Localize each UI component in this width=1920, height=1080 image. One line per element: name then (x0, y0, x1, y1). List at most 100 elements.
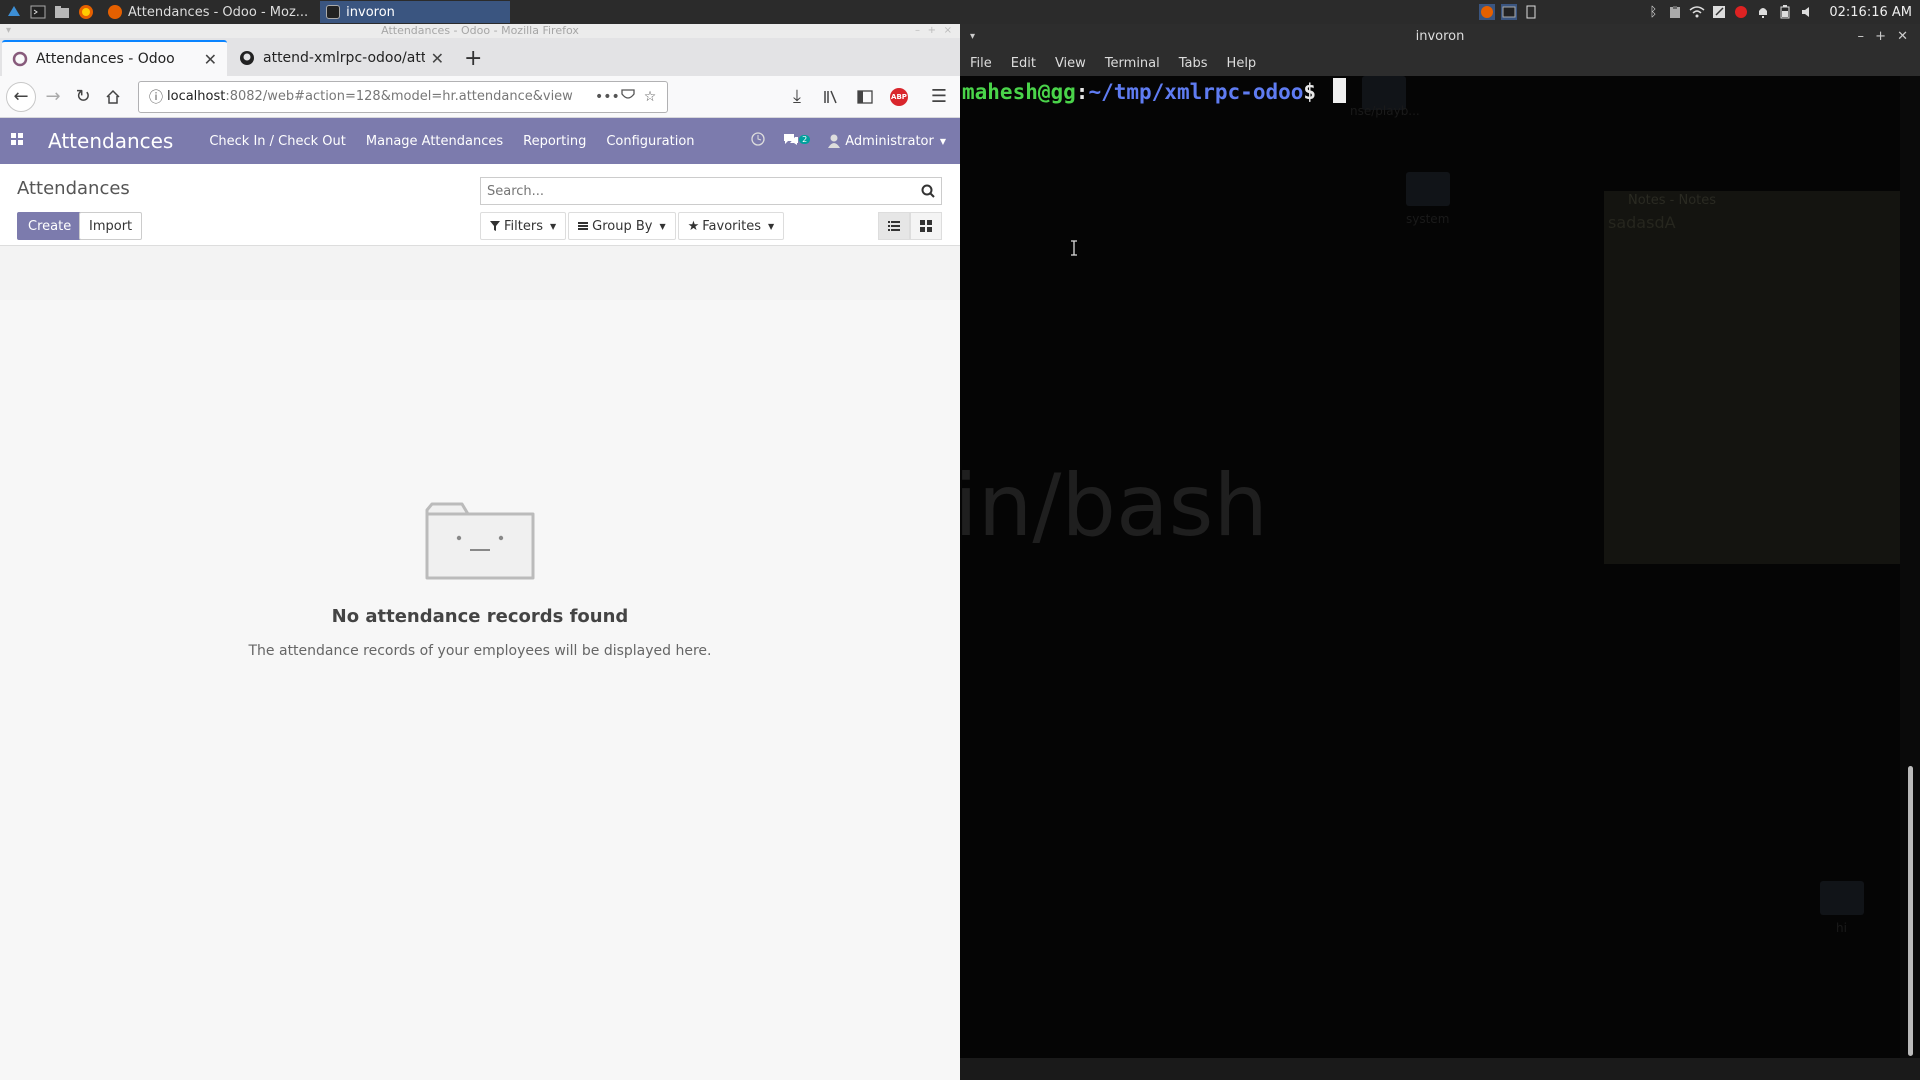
new-tab-button[interactable]: + (464, 42, 482, 76)
terminal-window: ▾ invoron – + ✕ File Edit View Terminal … (960, 24, 1920, 1080)
window-tray-icon[interactable] (1523, 4, 1539, 20)
maximize-icon[interactable]: + (928, 24, 936, 38)
apps-grid-icon[interactable] (0, 133, 34, 149)
menu-file[interactable]: File (970, 56, 992, 71)
tab-title: Attendances - Odoo (36, 51, 175, 67)
wifi-icon[interactable] (1689, 4, 1705, 20)
close-tab-icon[interactable]: ✕ (204, 50, 217, 69)
browser-tab-github[interactable]: attend-xmlrpc-odoo/atten ✕ (229, 40, 454, 76)
control-panel: Attendances Create Import Filters ▼ Grou… (0, 164, 960, 246)
filters-button[interactable]: Filters ▼ (480, 212, 567, 240)
firefox-tray-icon[interactable] (1479, 4, 1496, 20)
browser-tab-strip: Attendances - Odoo ✕ attend-xmlrpc-odoo/… (0, 38, 960, 76)
scrollbar-thumb[interactable] (1908, 766, 1913, 1056)
background-label: nse/playb... (1350, 104, 1420, 118)
empty-state-title: No attendance records found (331, 606, 629, 627)
page-actions-icon[interactable]: ••• (595, 89, 620, 105)
prompt-user: mahesh@gg (962, 80, 1076, 104)
terminal-bottom-border (960, 1058, 1920, 1080)
kanban-view-icon (920, 220, 932, 232)
bluetooth-icon[interactable]: ᛒ (1645, 4, 1661, 20)
search-input[interactable] (481, 178, 915, 204)
maximize-icon[interactable]: + (1875, 24, 1886, 50)
menu-edit[interactable]: Edit (1011, 56, 1036, 71)
favorites-button[interactable]: ★ Favorites ▼ (677, 212, 785, 240)
empty-state-subtitle: The attendance records of your employees… (248, 643, 712, 659)
battery-icon[interactable] (1777, 4, 1793, 20)
clipboard-icon[interactable] (1667, 4, 1683, 20)
url-path: :8082/web#action=128&model=hr.attendance… (225, 89, 573, 104)
close-window-icon[interactable]: × (944, 24, 952, 38)
browser-tab-odoo[interactable]: Attendances - Odoo ✕ (2, 40, 227, 76)
user-menu[interactable]: Administrator ▼ (828, 134, 946, 149)
bookmark-star-icon[interactable]: ☆ (639, 89, 661, 105)
adblock-icon[interactable]: ABP (884, 82, 914, 112)
background-notes-title: Notes - Notes (1628, 193, 1717, 208)
file-manager-icon[interactable] (52, 2, 72, 22)
menu-view[interactable]: View (1055, 56, 1086, 71)
minimize-icon[interactable]: – (915, 24, 920, 38)
window-menu-icon[interactable]: ▾ (6, 24, 11, 38)
home-button[interactable] (98, 82, 128, 112)
menu-reporting[interactable]: Reporting (523, 134, 586, 149)
groupby-button[interactable]: Group By ▼ (568, 212, 676, 240)
menu-configuration[interactable]: Configuration (606, 134, 694, 149)
list-view-icon (888, 221, 900, 231)
clock[interactable]: 02:16:16 AM (1829, 5, 1912, 20)
firefox-launcher-icon[interactable] (76, 2, 96, 22)
notification-bell-icon[interactable] (1755, 4, 1771, 20)
taskbar-item-terminal[interactable]: invoron (320, 1, 511, 23)
caret-down-icon: ▼ (659, 221, 666, 231)
chat-badge: 2 (799, 135, 811, 144)
system-taskbar: Attendances - Odoo - Moz... invoron ᛒ 02… (0, 0, 1920, 24)
back-button[interactable]: ← (6, 81, 36, 112)
filters-label: Filters (504, 218, 543, 234)
import-button[interactable]: Import (79, 212, 143, 240)
terminal-scrollbar[interactable] (1904, 76, 1918, 1058)
shell-prompt: mahesh@gg:~/tmp/xmlrpc-odoo$ (962, 78, 1346, 104)
text-cursor (1332, 78, 1346, 103)
close-window-icon[interactable]: ✕ (1897, 24, 1908, 50)
odoo-systray: 2 Administrator ▼ (751, 132, 946, 150)
sidebar-icon[interactable] (850, 82, 880, 112)
forward-button[interactable]: → (38, 82, 68, 112)
downloads-icon[interactable]: ⤓ (782, 82, 812, 112)
url-bar[interactable]: ⓘ localhost :8082/web#action=128&model=h… (138, 80, 668, 113)
background-notes-window: Notes - Notes sadasdA (1604, 191, 1900, 564)
close-tab-icon[interactable]: ✕ (431, 49, 444, 68)
menu-tabs[interactable]: Tabs (1179, 56, 1208, 71)
create-button[interactable]: Create (17, 212, 83, 240)
terminal-launcher-icon[interactable] (28, 2, 48, 22)
system-tray: ᛒ 02:16:16 AM (1479, 0, 1920, 24)
hamburger-menu-icon[interactable]: ☰ (924, 82, 954, 112)
odoo-navbar: Attendances Check In / Check Out Manage … (0, 118, 960, 164)
volume-icon[interactable] (1799, 4, 1815, 20)
search-options: Filters ▼ Group By ▼ ★ Favorites ▼ (480, 212, 786, 240)
activity-clock-icon[interactable] (751, 132, 765, 150)
app-brand[interactable]: Attendances (48, 129, 173, 153)
menu-help[interactable]: Help (1227, 56, 1257, 71)
menu-terminal[interactable]: Terminal (1105, 56, 1160, 71)
reload-button[interactable]: ↻ (68, 82, 98, 112)
list-view-button[interactable] (878, 212, 910, 240)
chat-icon[interactable]: 2 (783, 132, 811, 150)
site-info-icon[interactable]: ⓘ (145, 87, 167, 107)
taskbar-item-firefox[interactable]: Attendances - Odoo - Moz... (102, 1, 314, 23)
library-icon[interactable] (816, 82, 846, 112)
window-menu-icon[interactable]: ▾ (970, 24, 975, 50)
filter-icon (490, 221, 500, 231)
menu-check-in-out[interactable]: Check In / Check Out (209, 134, 346, 149)
firefox-window: ▾ Attendances - Odoo - Mozilla Firefox –… (0, 24, 960, 1080)
notes-icon[interactable] (1711, 4, 1727, 20)
terminal-screen[interactable]: in/bash nse/playb... system Notes - Note… (960, 76, 1900, 1058)
menu-icon[interactable] (4, 2, 24, 22)
minimize-icon[interactable]: – (1858, 24, 1865, 50)
background-folder-icon (1820, 881, 1864, 915)
pocket-icon[interactable] (617, 88, 639, 106)
kanban-view-button[interactable] (910, 212, 942, 240)
menu-manage-attendances[interactable]: Manage Attendances (366, 134, 503, 149)
favorites-label: Favorites (702, 218, 761, 234)
terminal-tray-icon[interactable] (1501, 4, 1518, 20)
record-icon[interactable] (1733, 4, 1749, 20)
search-icon[interactable] (915, 184, 941, 198)
